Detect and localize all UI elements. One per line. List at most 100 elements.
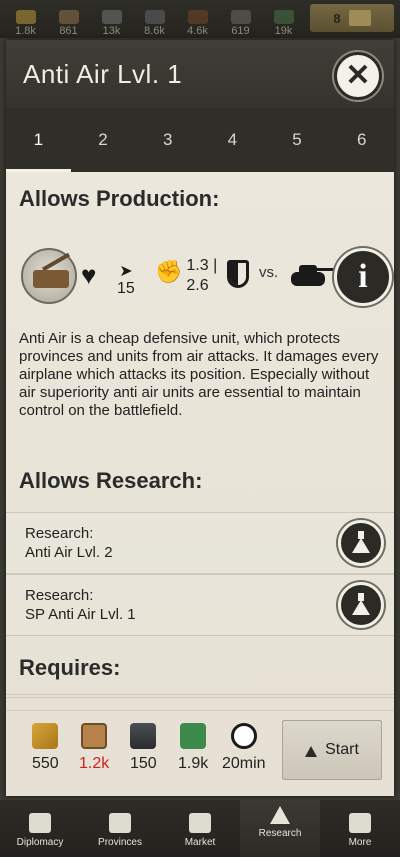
research-flask-button[interactable] xyxy=(338,582,384,628)
research-icon xyxy=(270,806,290,824)
dialog-content[interactable]: Allows Production: ♥ ➤ 15 ✊ 1.3 | 2.6 vs… xyxy=(6,172,394,710)
resource-value: 13k xyxy=(102,25,121,37)
resource-goods[interactable]: 861 xyxy=(47,4,90,38)
level-tabs: 1 2 3 4 5 6 xyxy=(6,108,394,172)
resource-metal[interactable]: 13k xyxy=(90,4,133,38)
resource-value: 1.8k xyxy=(15,25,36,37)
goods-crate-icon xyxy=(81,723,108,749)
resource-steel[interactable]: 8.6k xyxy=(133,4,176,38)
cost-value: 1.9k xyxy=(178,755,209,772)
attack-value-1: 1.3 | xyxy=(186,257,218,274)
research-label: Research: xyxy=(25,525,94,542)
allows-production-heading: Allows Production: xyxy=(19,186,220,211)
oil-icon xyxy=(187,10,208,24)
nav-label: Diplomacy xyxy=(16,837,64,848)
goods-icon xyxy=(58,10,79,24)
nav-provinces[interactable]: Provinces xyxy=(80,800,160,857)
nav-market[interactable]: Market xyxy=(160,800,240,857)
grain-icon xyxy=(15,10,36,24)
tank-icon xyxy=(289,262,335,292)
start-label: Start xyxy=(325,741,359,758)
clock-icon xyxy=(230,723,257,749)
flask-icon xyxy=(305,745,318,757)
metal-icon xyxy=(101,10,122,24)
market-icon xyxy=(189,813,211,833)
resource-rare-materials[interactable]: 619 xyxy=(219,4,262,38)
research-cost-bar: 550 1.2k 150 1.9k 20min Start xyxy=(6,710,394,796)
start-research-button[interactable]: Start xyxy=(282,720,382,780)
diplomacy-icon xyxy=(29,813,51,833)
tab-level-4[interactable]: 4 xyxy=(200,108,265,172)
steel-icon xyxy=(144,10,165,24)
research-label: Research: xyxy=(25,587,94,604)
allows-research-heading: Allows Research: xyxy=(19,468,203,493)
steel-beam-icon xyxy=(130,723,157,749)
requires-heading: Requires: xyxy=(19,655,121,680)
close-button[interactable]: ✕ xyxy=(334,52,382,100)
nav-research[interactable]: Research xyxy=(240,800,320,857)
cost-time: 20min xyxy=(222,723,266,773)
speed-stat: ➤ 15 xyxy=(117,264,135,298)
research-flask-button[interactable] xyxy=(338,520,384,566)
speed-icon: ➤ xyxy=(119,263,133,280)
research-detail-dialog: Anti Air Lvl. 1 ✕ 1 2 3 4 5 6 Allows Pro… xyxy=(6,40,394,796)
gold-counter[interactable]: 8 xyxy=(310,4,394,32)
research-name: Anti Air Lvl. 2 xyxy=(25,544,113,561)
cost-grain: 550 xyxy=(32,723,59,773)
flask-icon xyxy=(352,592,370,615)
attack-value-2: 2.6 xyxy=(186,277,209,294)
unit-description: Anti Air is a cheap defensive unit, whic… xyxy=(19,330,379,419)
tab-level-2[interactable]: 2 xyxy=(71,108,136,172)
rare-materials-icon xyxy=(230,10,251,24)
dialog-header: Anti Air Lvl. 1 ✕ xyxy=(6,40,394,108)
money-icon xyxy=(180,723,207,749)
dialog-title: Anti Air Lvl. 1 xyxy=(23,58,183,89)
resource-oil[interactable]: 4.6k xyxy=(176,4,219,38)
broken-heart-icon: ♥ xyxy=(81,260,97,290)
gold-value: 8 xyxy=(333,10,341,26)
money-icon xyxy=(273,10,294,24)
research-name: SP Anti Air Lvl. 1 xyxy=(25,606,136,623)
provinces-icon xyxy=(109,813,131,833)
grain-icon xyxy=(32,723,59,749)
flask-icon xyxy=(352,530,370,553)
attack-stat: ✊ 1.3 | 2.6 xyxy=(155,256,217,296)
cost-value: 20min xyxy=(222,755,266,772)
resource-money[interactable]: 19k xyxy=(262,4,305,38)
info-icon: i xyxy=(358,258,368,295)
nav-more[interactable]: More xyxy=(320,800,400,857)
resource-value: 8.6k xyxy=(144,25,165,37)
tab-level-6[interactable]: 6 xyxy=(329,108,394,172)
versus-label: vs. xyxy=(259,264,279,281)
resource-value: 861 xyxy=(59,25,78,37)
anti-air-unit-image xyxy=(21,248,77,304)
unit-stats-row: ♥ ➤ 15 ✊ 1.3 | 2.6 vs. i xyxy=(19,246,394,308)
research-item[interactable]: Research: Anti Air Lvl. 2 xyxy=(6,512,394,574)
nav-label: More xyxy=(348,837,372,848)
resource-value: 619 xyxy=(231,25,250,37)
nav-label: Research xyxy=(258,828,302,839)
cost-steel: 150 xyxy=(130,723,157,773)
shield-icon xyxy=(227,260,249,288)
info-button[interactable]: i xyxy=(334,248,392,306)
fist-icon: ✊ xyxy=(155,259,183,284)
cost-money: 1.9k xyxy=(178,723,208,773)
resource-value: 4.6k xyxy=(187,25,208,37)
resource-bar: 1.8k 861 13k 8.6k 4.6k 619 19k 8 xyxy=(0,0,400,38)
resource-value: 19k xyxy=(274,25,293,37)
nav-label: Provinces xyxy=(98,837,142,848)
cost-goods: 1.2k xyxy=(79,723,109,773)
speed-value: 15 xyxy=(117,280,135,297)
bottom-navigation: Diplomacy Provinces Market Research More xyxy=(0,800,400,857)
resource-grain[interactable]: 1.8k xyxy=(4,4,47,38)
cost-value-insufficient: 1.2k xyxy=(79,755,110,772)
tab-level-5[interactable]: 5 xyxy=(265,108,330,172)
nav-diplomacy[interactable]: Diplomacy xyxy=(0,800,80,857)
research-item[interactable]: Research: SP Anti Air Lvl. 1 xyxy=(6,574,394,636)
nav-label: Market xyxy=(184,837,216,848)
treasure-chest-icon xyxy=(348,10,371,26)
tab-level-3[interactable]: 3 xyxy=(135,108,200,172)
close-icon: ✕ xyxy=(345,59,371,92)
divider xyxy=(6,694,394,698)
tab-level-1[interactable]: 1 xyxy=(6,108,71,172)
